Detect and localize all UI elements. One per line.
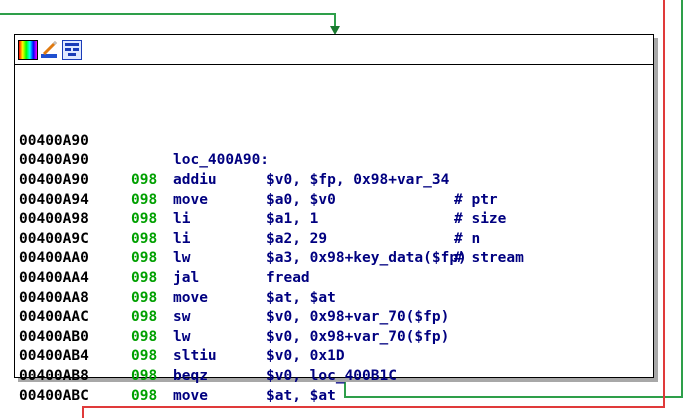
stack-pointer-delta: 098 (131, 387, 158, 404)
instruction-line[interactable]: 00400AA4 098 jal fread (19, 269, 653, 289)
address: 00400A90 (19, 152, 89, 169)
operands[interactable]: $v0, 0x98+var_70($fp) (266, 328, 454, 348)
instruction-line[interactable]: 00400A90 098 addiu $v0, $fp, 0x98+var_34 (19, 171, 653, 191)
operands[interactable]: $v0, $fp, 0x98+var_34 (266, 171, 454, 191)
stack-pointer-delta: 098 (131, 171, 158, 188)
stack-pointer-delta: 098 (131, 328, 158, 345)
operands[interactable]: $a2, 29 (266, 230, 454, 250)
stack-pointer-delta: 098 (131, 191, 158, 208)
address: 00400AB8 (19, 367, 89, 384)
mnemonic: jal (173, 269, 200, 286)
stack-pointer-delta: 098 (131, 250, 158, 267)
stack-pointer-delta: 098 (131, 309, 158, 326)
mnemonic (173, 132, 266, 152)
stack-pointer-delta (131, 132, 173, 152)
address: 00400AB4 (19, 348, 89, 365)
mnemonic: sw (173, 309, 191, 326)
mnemonic: addiu (173, 171, 217, 188)
comment: # ptr (454, 191, 498, 208)
edit-node-icon[interactable] (40, 40, 60, 60)
operands[interactable]: fread (266, 269, 454, 289)
instruction-line[interactable]: 00400AB4 098 sltiu $v0, 0x1D (19, 347, 653, 367)
address: 00400A94 (19, 191, 89, 208)
address: 00400A90 (19, 171, 89, 188)
comment: # n (454, 230, 481, 247)
address: 00400A98 (19, 211, 89, 228)
operands[interactable]: $at, $at (266, 387, 454, 407)
address: 00400AA4 (19, 269, 89, 286)
incoming-edge[interactable] (0, 13, 336, 30)
comment: # stream (454, 250, 524, 267)
mnemonic: beqz (173, 367, 208, 384)
instruction-line[interactable]: 00400AB0 098 lw $v0, 0x98+var_70($fp) (19, 328, 653, 348)
location-label[interactable]: loc_400A90: (131, 151, 269, 171)
operands[interactable]: $a0, $v0 (266, 191, 454, 211)
instruction-line[interactable]: 00400AAC 098 sw $v0, 0x98+var_70($fp) (19, 308, 653, 328)
stack-pointer-delta: 098 (131, 348, 158, 365)
color-palette-icon[interactable] (18, 39, 38, 60)
stack-pointer-delta: 098 (131, 230, 158, 247)
mnemonic: li (173, 211, 191, 228)
address: 00400A90 (19, 132, 89, 149)
label-line[interactable]: 00400A90 loc_400A90: (19, 151, 653, 171)
stack-pointer-delta: 098 (131, 211, 158, 228)
address: 00400ABC (19, 387, 89, 404)
instruction-line[interactable]: 00400AA8 098 move $at, $at (19, 289, 653, 309)
node-titlebar (15, 35, 653, 65)
mnemonic: move (173, 289, 208, 306)
instruction-line[interactable]: 00400A9C 098 li $a2, 29 # n (19, 230, 653, 250)
graph-overview-icon[interactable] (62, 39, 82, 60)
operands[interactable]: $v0, loc_400B1C (266, 367, 454, 387)
operands[interactable]: $a3, 0x98+key_data($fp) (266, 249, 467, 269)
mnemonic: lw (173, 328, 191, 345)
instruction-line[interactable]: 00400A90 (19, 132, 653, 152)
stack-pointer-delta: 098 (131, 367, 158, 384)
mnemonic: move (173, 387, 208, 404)
mnemonic: lw (173, 250, 191, 267)
operands[interactable] (266, 132, 454, 152)
mnemonic: move (173, 191, 208, 208)
instruction-line[interactable]: 00400A94 098 move $a0, $v0 # ptr (19, 191, 653, 211)
instruction-line[interactable]: 00400AB8 098 beqz $v0, loc_400B1C (19, 367, 653, 387)
address: 00400A9C (19, 230, 89, 247)
operands[interactable]: $v0, 0x1D (266, 347, 454, 367)
instruction-line[interactable]: 00400ABC 098 move $at, $at (19, 387, 653, 407)
mnemonic: li (173, 230, 191, 247)
operands[interactable]: $at, $at (266, 289, 454, 309)
stack-pointer-delta: 098 (131, 269, 158, 286)
address: 00400AA0 (19, 250, 89, 267)
instruction-line[interactable]: 00400A98 098 li $a1, 1 # size (19, 210, 653, 230)
mnemonic: sltiu (173, 348, 217, 365)
operands[interactable]: $v0, 0x98+var_70($fp) (266, 308, 454, 328)
code-block-node[interactable]: 00400A90 00400A90 loc_400A90: 00400A90 098 ad… (14, 34, 654, 404)
address: 00400AA8 (19, 289, 89, 306)
disassembly-listing[interactable]: 00400A90 00400A90 loc_400A90: 00400A90 098 ad… (15, 65, 653, 406)
address: 00400AAC (19, 309, 89, 326)
address: 00400AB0 (19, 328, 89, 345)
stack-pointer-delta: 098 (131, 289, 158, 306)
operands[interactable]: $a1, 1 (266, 210, 454, 230)
instruction-line[interactable]: 00400AA0 098 lw $a3, 0x98+key_data($fp) # st… (19, 249, 653, 269)
comment: # size (454, 211, 507, 228)
